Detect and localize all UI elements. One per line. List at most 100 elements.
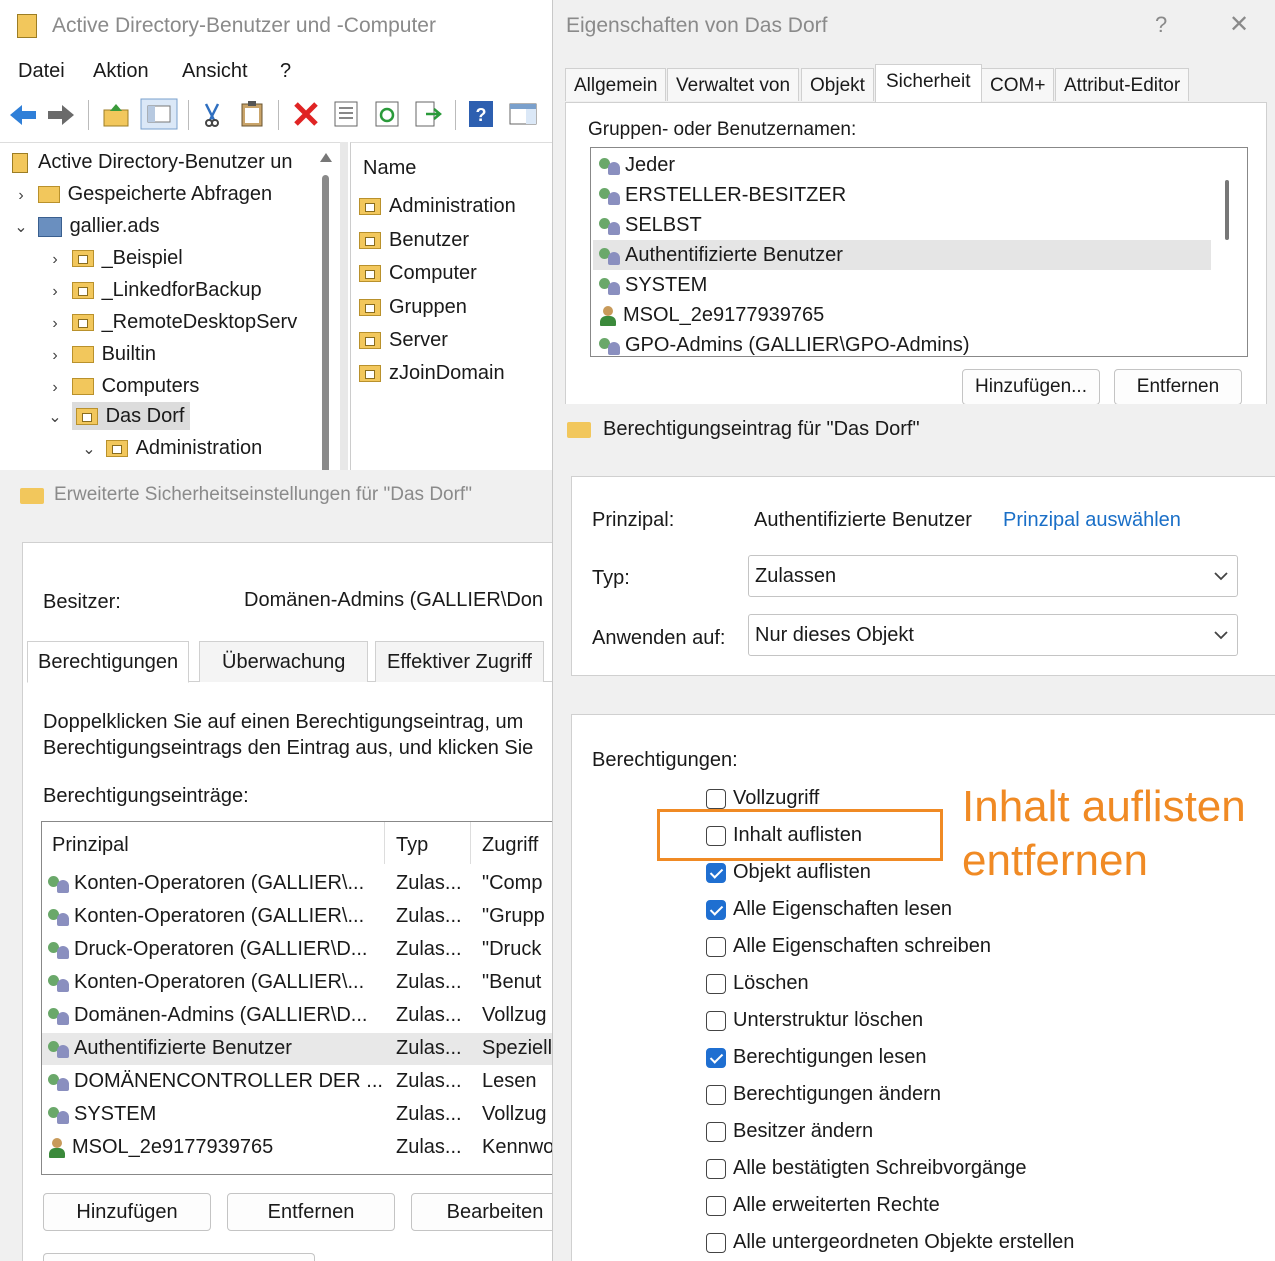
group-item[interactable]: Authentifizierte Benutzer [599, 244, 843, 267]
entries-table[interactable]: Prinzipal Typ Zugriff Konten-Operatoren … [41, 821, 552, 1175]
table-row[interactable]: MSOL_2e9177939765 Zulas... Kennwo [42, 1132, 552, 1164]
cut-icon[interactable] [200, 102, 224, 128]
back-arrow-icon[interactable] [8, 102, 38, 128]
props-add-button[interactable]: Hinzufügen... [962, 369, 1100, 404]
group-item[interactable]: SYSTEM [599, 274, 707, 297]
console-tree-icon[interactable] [140, 98, 178, 130]
table-row-selected[interactable]: Authentifizierte Benutzer Zulas... Spezi… [42, 1033, 552, 1065]
close-button[interactable]: ✕ [1229, 10, 1249, 39]
group-item[interactable]: SELBST [599, 214, 702, 237]
props-remove-button[interactable]: Entfernen [1114, 369, 1242, 404]
tree-item-remotedesktopserv[interactable]: › _RemoteDesktopServ [44, 311, 312, 334]
up-folder-icon[interactable] [102, 102, 130, 128]
forward-arrow-icon[interactable] [46, 102, 76, 128]
tab-com-plus[interactable]: COM+ [981, 68, 1055, 101]
pane-divider[interactable] [340, 142, 348, 470]
tab-objekt[interactable]: Objekt [801, 68, 874, 101]
add-entry-button[interactable]: Hinzufügen [43, 1193, 211, 1231]
table-row[interactable]: Domänen-Admins (GALLIER\D... Zulas... Vo… [42, 1000, 552, 1032]
tree-item-gespeicherte-abfragen[interactable]: › Gespeicherte Abfragen [10, 183, 272, 206]
table-row[interactable]: Konten-Operatoren (GALLIER\... Zulas... … [42, 868, 552, 900]
permission-checkbox[interactable] [706, 1158, 726, 1179]
permission-checkbox[interactable] [706, 899, 726, 920]
chevron-down-icon[interactable]: ⌄ [78, 439, 100, 459]
refresh-icon[interactable] [374, 100, 400, 128]
clipboard-icon[interactable] [240, 100, 264, 128]
show-hide-pane-icon[interactable] [508, 100, 538, 128]
tree-item-administration[interactable]: ⌄ Administration [78, 437, 262, 460]
group-item[interactable]: MSOL_2e9177939765 [599, 304, 824, 327]
permission-row[interactable]: Löschen [706, 972, 809, 995]
chevron-down-icon[interactable]: ⌄ [44, 407, 66, 427]
tree-item-linkedforbackup[interactable]: › _LinkedforBackup [44, 279, 261, 302]
apply-to-select[interactable]: Nur dieses Objekt [748, 614, 1238, 656]
permission-checkbox[interactable] [706, 862, 726, 883]
help-icon[interactable]: ? [468, 100, 494, 128]
chevron-right-icon[interactable]: › [44, 347, 66, 365]
tree-item-gallier-ads[interactable]: ⌄ gallier.ads [10, 215, 159, 238]
chevron-down-icon[interactable]: ⌄ [10, 217, 32, 237]
scroll-thumb[interactable] [322, 175, 329, 470]
table-row[interactable]: SYSTEM Zulas... Vollzug [42, 1099, 552, 1131]
permission-row[interactable]: Alle erweiterten Rechte [706, 1194, 940, 1217]
column-header-principal[interactable]: Prinzipal [52, 834, 129, 857]
table-row[interactable]: Konten-Operatoren (GALLIER\... Zulas... … [42, 901, 552, 933]
permission-checkbox[interactable] [706, 1121, 726, 1142]
permission-checkbox[interactable] [706, 1010, 726, 1031]
export-list-icon[interactable] [414, 100, 442, 128]
tree-item-das-dorf[interactable]: ⌄ Das Dorf [44, 402, 191, 430]
permission-checkbox[interactable] [706, 1084, 726, 1105]
permission-row[interactable]: Berechtigungen lesen [706, 1046, 926, 1069]
group-item[interactable]: Jeder [599, 154, 675, 177]
scroll-up-icon[interactable] [320, 153, 332, 162]
permission-row[interactable]: Alle bestätigten Schreibvorgänge [706, 1157, 1027, 1180]
table-row[interactable]: DOMÄNENCONTROLLER DER ... Zulas... Lesen [42, 1066, 552, 1098]
list-item[interactable]: Benutzer [359, 229, 469, 252]
remove-entry-button[interactable]: Entfernen [227, 1193, 395, 1231]
permission-row[interactable]: Besitzer ändern [706, 1120, 873, 1143]
groups-scroll-thumb[interactable] [1225, 180, 1229, 240]
select-principal-link[interactable]: Prinzipal auswählen [1003, 509, 1181, 532]
permission-row[interactable]: Berechtigungen ändern [706, 1083, 941, 1106]
tab-sicherheit[interactable]: Sicherheit [875, 64, 982, 103]
group-item[interactable]: GPO-Admins (GALLIER\GPO-Admins) [599, 334, 970, 356]
list-item[interactable]: Server [359, 329, 448, 352]
list-item[interactable]: Gruppen [359, 296, 467, 319]
group-item[interactable]: ERSTELLER-BESITZER [599, 184, 846, 207]
permission-checkbox[interactable] [706, 1232, 726, 1253]
permission-checkbox[interactable] [706, 973, 726, 994]
permission-row[interactable]: Alle untergeordneten Objekte erstellen [706, 1231, 1074, 1254]
chevron-right-icon[interactable]: › [44, 283, 66, 301]
chevron-right-icon[interactable]: › [10, 187, 32, 205]
chevron-right-icon[interactable]: › [44, 315, 66, 333]
permission-checkbox[interactable] [706, 1047, 726, 1068]
tab-verwaltet-von[interactable]: Verwaltet von [667, 68, 800, 101]
chevron-right-icon[interactable]: › [44, 379, 66, 397]
properties-icon[interactable] [333, 100, 359, 128]
permission-checkbox[interactable] [706, 788, 726, 809]
groups-listbox[interactable]: Jeder ERSTELLER-BESITZER SELBST Authenti… [590, 147, 1248, 357]
tree-item-beispiel[interactable]: › _Beispiel [44, 247, 182, 270]
table-row[interactable]: Druck-Operatoren (GALLIER\D... Zulas... … [42, 934, 552, 966]
tab-attribut-editor[interactable]: Attribut-Editor [1055, 68, 1190, 101]
menu-help[interactable]: ? [280, 60, 291, 83]
tree-scrollbar[interactable] [318, 153, 334, 470]
type-select[interactable]: Zulassen [748, 555, 1238, 597]
list-item[interactable]: Administration [359, 195, 516, 218]
column-header-type[interactable]: Typ [396, 834, 428, 857]
list-header-name[interactable]: Name [363, 157, 416, 180]
tab-ueberwachung[interactable]: Überwachung [199, 641, 369, 682]
edit-entry-button[interactable]: Bearbeiten [411, 1193, 552, 1231]
tab-allgemein[interactable]: Allgemein [565, 68, 667, 101]
menu-ansicht[interactable]: Ansicht [182, 60, 248, 83]
chevron-right-icon[interactable]: › [44, 251, 66, 269]
list-item[interactable]: Computer [359, 262, 477, 285]
delete-icon[interactable] [292, 100, 320, 128]
tab-berechtigungen[interactable]: Berechtigungen [27, 641, 190, 683]
permission-row[interactable]: Unterstruktur löschen [706, 1009, 923, 1032]
help-button[interactable]: ? [1155, 12, 1167, 38]
tree-item-computers[interactable]: › Computers [44, 375, 199, 398]
permission-checkbox[interactable] [706, 1195, 726, 1216]
menu-aktion[interactable]: Aktion [93, 60, 149, 83]
table-row[interactable]: Konten-Operatoren (GALLIER\... Zulas... … [42, 967, 552, 999]
